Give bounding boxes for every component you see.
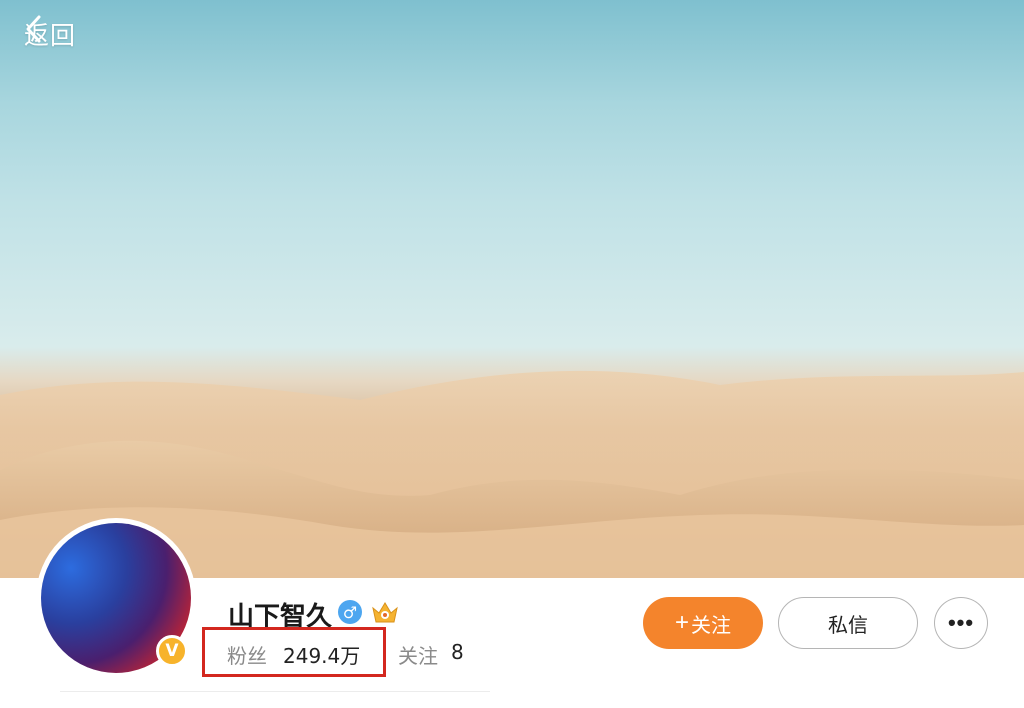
fans-label: 粉丝	[227, 644, 267, 668]
divider	[60, 691, 490, 692]
back-button[interactable]: 返回	[24, 14, 76, 54]
fans-count[interactable]: 249.4万	[283, 640, 360, 669]
chevron-left-icon	[26, 15, 41, 43]
follow-button[interactable]: + 关注	[643, 597, 763, 649]
plus-icon: +	[674, 609, 689, 636]
more-icon: •••	[947, 610, 975, 635]
verified-badge-icon: V	[156, 635, 188, 667]
crown-badge-icon[interactable]	[370, 598, 400, 626]
cover-image: 返回	[0, 0, 1024, 578]
following-count[interactable]: 8	[451, 640, 464, 664]
follow-label: 关注	[691, 614, 731, 637]
sand-dunes-illustration	[0, 370, 1024, 578]
message-button[interactable]: 私信	[778, 597, 918, 649]
following-label: 关注	[398, 644, 438, 668]
message-label: 私信	[828, 614, 868, 637]
male-icon: ♂	[338, 600, 362, 624]
more-options-button[interactable]: •••	[934, 597, 988, 649]
